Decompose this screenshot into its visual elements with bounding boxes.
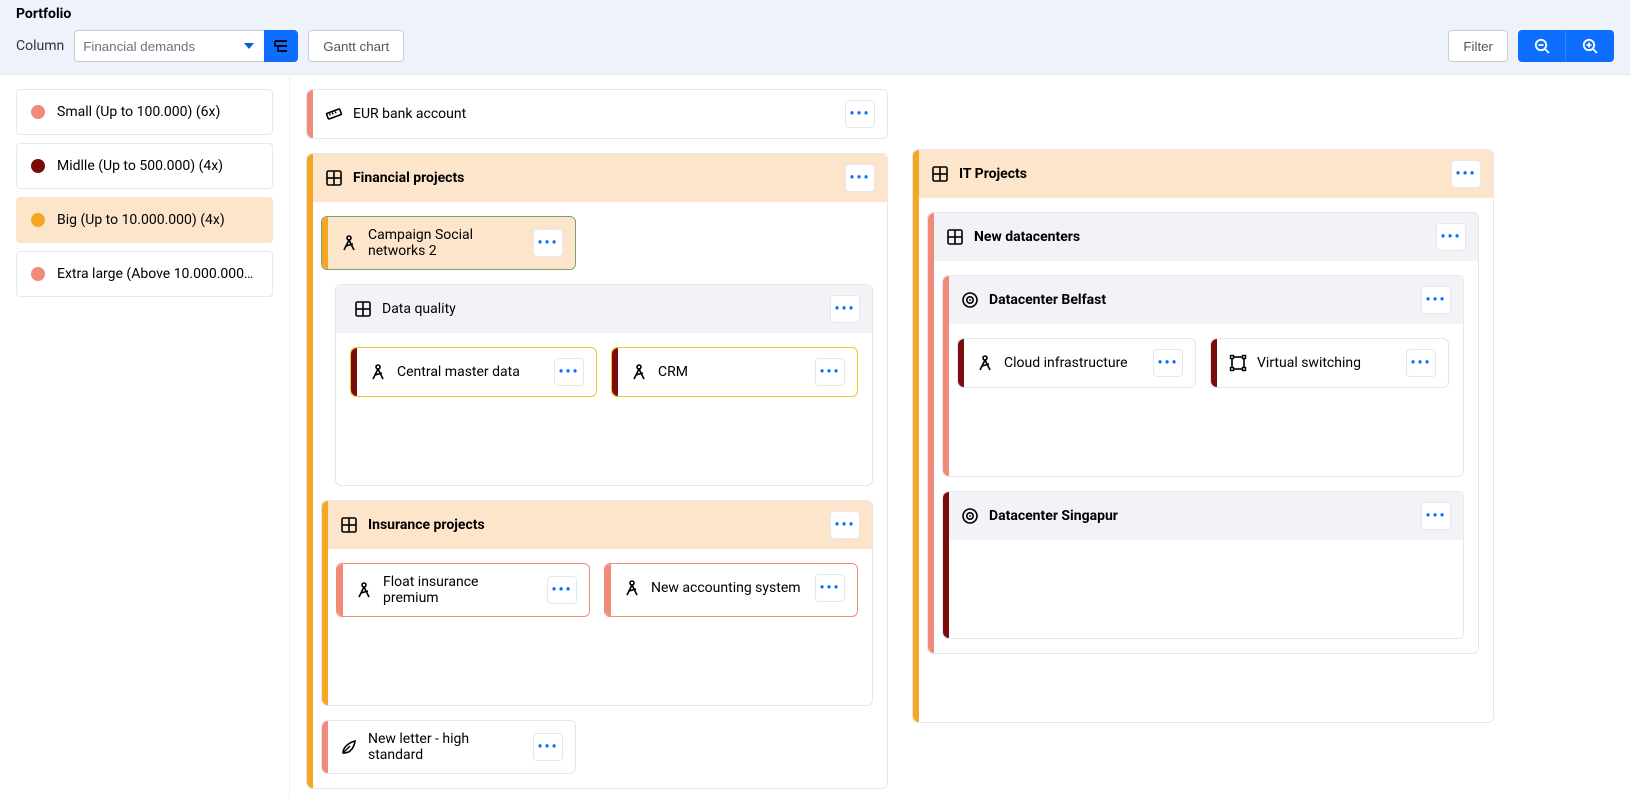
card-title: EUR bank account [353, 106, 835, 122]
card-datacenter-singapur[interactable]: Datacenter Singapur ••• [942, 491, 1464, 639]
card-more-button[interactable]: ••• [830, 511, 860, 539]
compass-icon [340, 234, 358, 252]
card-insurance-projects[interactable]: Insurance projects ••• Float in [321, 500, 873, 706]
compass-icon [623, 579, 641, 597]
zoom-out-icon [1533, 37, 1551, 55]
ruler-icon [325, 105, 343, 123]
legend-item-small[interactable]: Small (Up to 100.000) (6x) [16, 89, 273, 135]
column-tree-button[interactable] [264, 30, 298, 62]
card-datacenter-belfast[interactable]: Datacenter Belfast ••• [942, 275, 1464, 477]
header: Portfolio Column Financial demands Gantt… [0, 0, 1630, 75]
column-select[interactable]: Financial demands [74, 30, 264, 62]
card-crm[interactable]: CRM ••• [611, 347, 858, 397]
card-it-projects[interactable]: IT Projects ••• New datacenters ••• [912, 149, 1494, 723]
card-more-button[interactable]: ••• [554, 358, 584, 386]
compass-icon [355, 581, 373, 599]
card-more-button[interactable]: ••• [1421, 502, 1451, 530]
dot-icon [31, 213, 45, 227]
grid-icon [325, 169, 343, 187]
legend-item-extra-large[interactable]: Extra large (Above 10.000.000) (… [16, 251, 273, 297]
legend-item-midlle[interactable]: Midlle (Up to 500.000) (4x) [16, 143, 273, 189]
shape-icon [1229, 354, 1247, 372]
page-title: Portfolio [16, 0, 1614, 30]
compass-icon [976, 354, 994, 372]
card-more-button[interactable]: ••• [1406, 349, 1436, 377]
zoom-out-button[interactable] [1518, 30, 1566, 62]
card-float-insurance-premium[interactable]: Float insurance premium ••• [336, 563, 590, 617]
board: EUR bank account ••• Financial projects … [290, 75, 1630, 799]
card-title: Insurance projects [368, 517, 820, 533]
grid-icon [354, 300, 372, 318]
card-more-button[interactable]: ••• [1153, 349, 1183, 377]
legend-item-label: Big (Up to 10.000.000) (4x) [57, 212, 225, 228]
dot-icon [31, 105, 45, 119]
dot-icon [31, 159, 45, 173]
card-central-master-data[interactable]: Central master data ••• [350, 347, 597, 397]
card-title: CRM [658, 364, 805, 380]
card-title: Data quality [382, 301, 820, 317]
card-title: Financial projects [353, 170, 835, 186]
toolbar: Column Financial demands Gantt chart Fil… [16, 30, 1614, 62]
card-virtual-switching[interactable]: Virtual switching ••• [1210, 338, 1449, 388]
column-label: Column [16, 38, 64, 54]
card-more-button[interactable]: ••• [815, 358, 845, 386]
compass-icon [369, 363, 387, 381]
leaf-icon [340, 738, 358, 756]
zoom-in-button[interactable] [1566, 30, 1614, 62]
zoom-in-icon [1581, 37, 1599, 55]
card-data-quality[interactable]: Data quality ••• Central master [335, 284, 873, 486]
card-more-button[interactable]: ••• [845, 164, 875, 192]
compass-icon [630, 363, 648, 381]
card-more-button[interactable]: ••• [830, 295, 860, 323]
card-title: Float insurance premium [383, 574, 537, 606]
legend-item-big[interactable]: Big (Up to 10.000.000) (4x) [16, 197, 273, 243]
card-more-button[interactable]: ••• [845, 100, 875, 128]
card-title: Datacenter Belfast [989, 292, 1411, 308]
grid-icon [340, 516, 358, 534]
card-new-accounting-system[interactable]: New accounting system ••• [604, 563, 858, 617]
grid-icon [931, 165, 949, 183]
card-more-button[interactable]: ••• [1451, 160, 1481, 188]
card-new-letter-high-standard[interactable]: New letter - high standard ••• [321, 720, 576, 774]
card-more-button[interactable]: ••• [1421, 286, 1451, 314]
tree-icon [272, 37, 290, 55]
card-more-button[interactable]: ••• [533, 733, 563, 761]
filter-button[interactable]: Filter [1448, 30, 1508, 62]
board-column-1: IT Projects ••• New datacenters ••• [912, 89, 1494, 723]
dot-icon [31, 267, 45, 281]
board-column-0: EUR bank account ••• Financial projects … [306, 89, 888, 789]
card-title: Cloud infrastructure [1004, 355, 1143, 371]
gantt-chart-button[interactable]: Gantt chart [308, 30, 404, 62]
card-title: IT Projects [959, 166, 1441, 182]
grid-icon [946, 228, 964, 246]
card-title: Campaign Social networks 2 [368, 227, 523, 259]
target-icon [961, 507, 979, 525]
card-more-button[interactable]: ••• [547, 576, 577, 604]
card-more-button[interactable]: ••• [815, 574, 845, 602]
card-title: New accounting system [651, 580, 805, 596]
card-title: New datacenters [974, 229, 1426, 245]
card-campaign-social-networks-2[interactable]: Campaign Social networks 2 ••• [321, 216, 576, 270]
card-title: Virtual switching [1257, 355, 1396, 371]
card-more-button[interactable]: ••• [533, 229, 563, 257]
target-icon [961, 291, 979, 309]
card-title: New letter - high standard [368, 731, 523, 763]
card-title: Central master data [397, 364, 544, 380]
card-title: Datacenter Singapur [989, 508, 1411, 524]
legend-item-label: Extra large (Above 10.000.000) (… [57, 266, 258, 282]
legend-item-label: Small (Up to 100.000) (6x) [57, 104, 220, 120]
card-new-datacenters[interactable]: New datacenters ••• Datacenter Belfast [927, 212, 1479, 654]
legend-sidebar: Small (Up to 100.000) (6x) Midlle (Up to… [0, 75, 290, 799]
legend-item-label: Midlle (Up to 500.000) (4x) [57, 158, 223, 174]
card-eur-bank-account[interactable]: EUR bank account ••• [306, 89, 888, 139]
card-financial-projects[interactable]: Financial projects ••• Campaign Social n… [306, 153, 888, 789]
card-cloud-infrastructure[interactable]: Cloud infrastructure ••• [957, 338, 1196, 388]
card-more-button[interactable]: ••• [1436, 223, 1466, 251]
